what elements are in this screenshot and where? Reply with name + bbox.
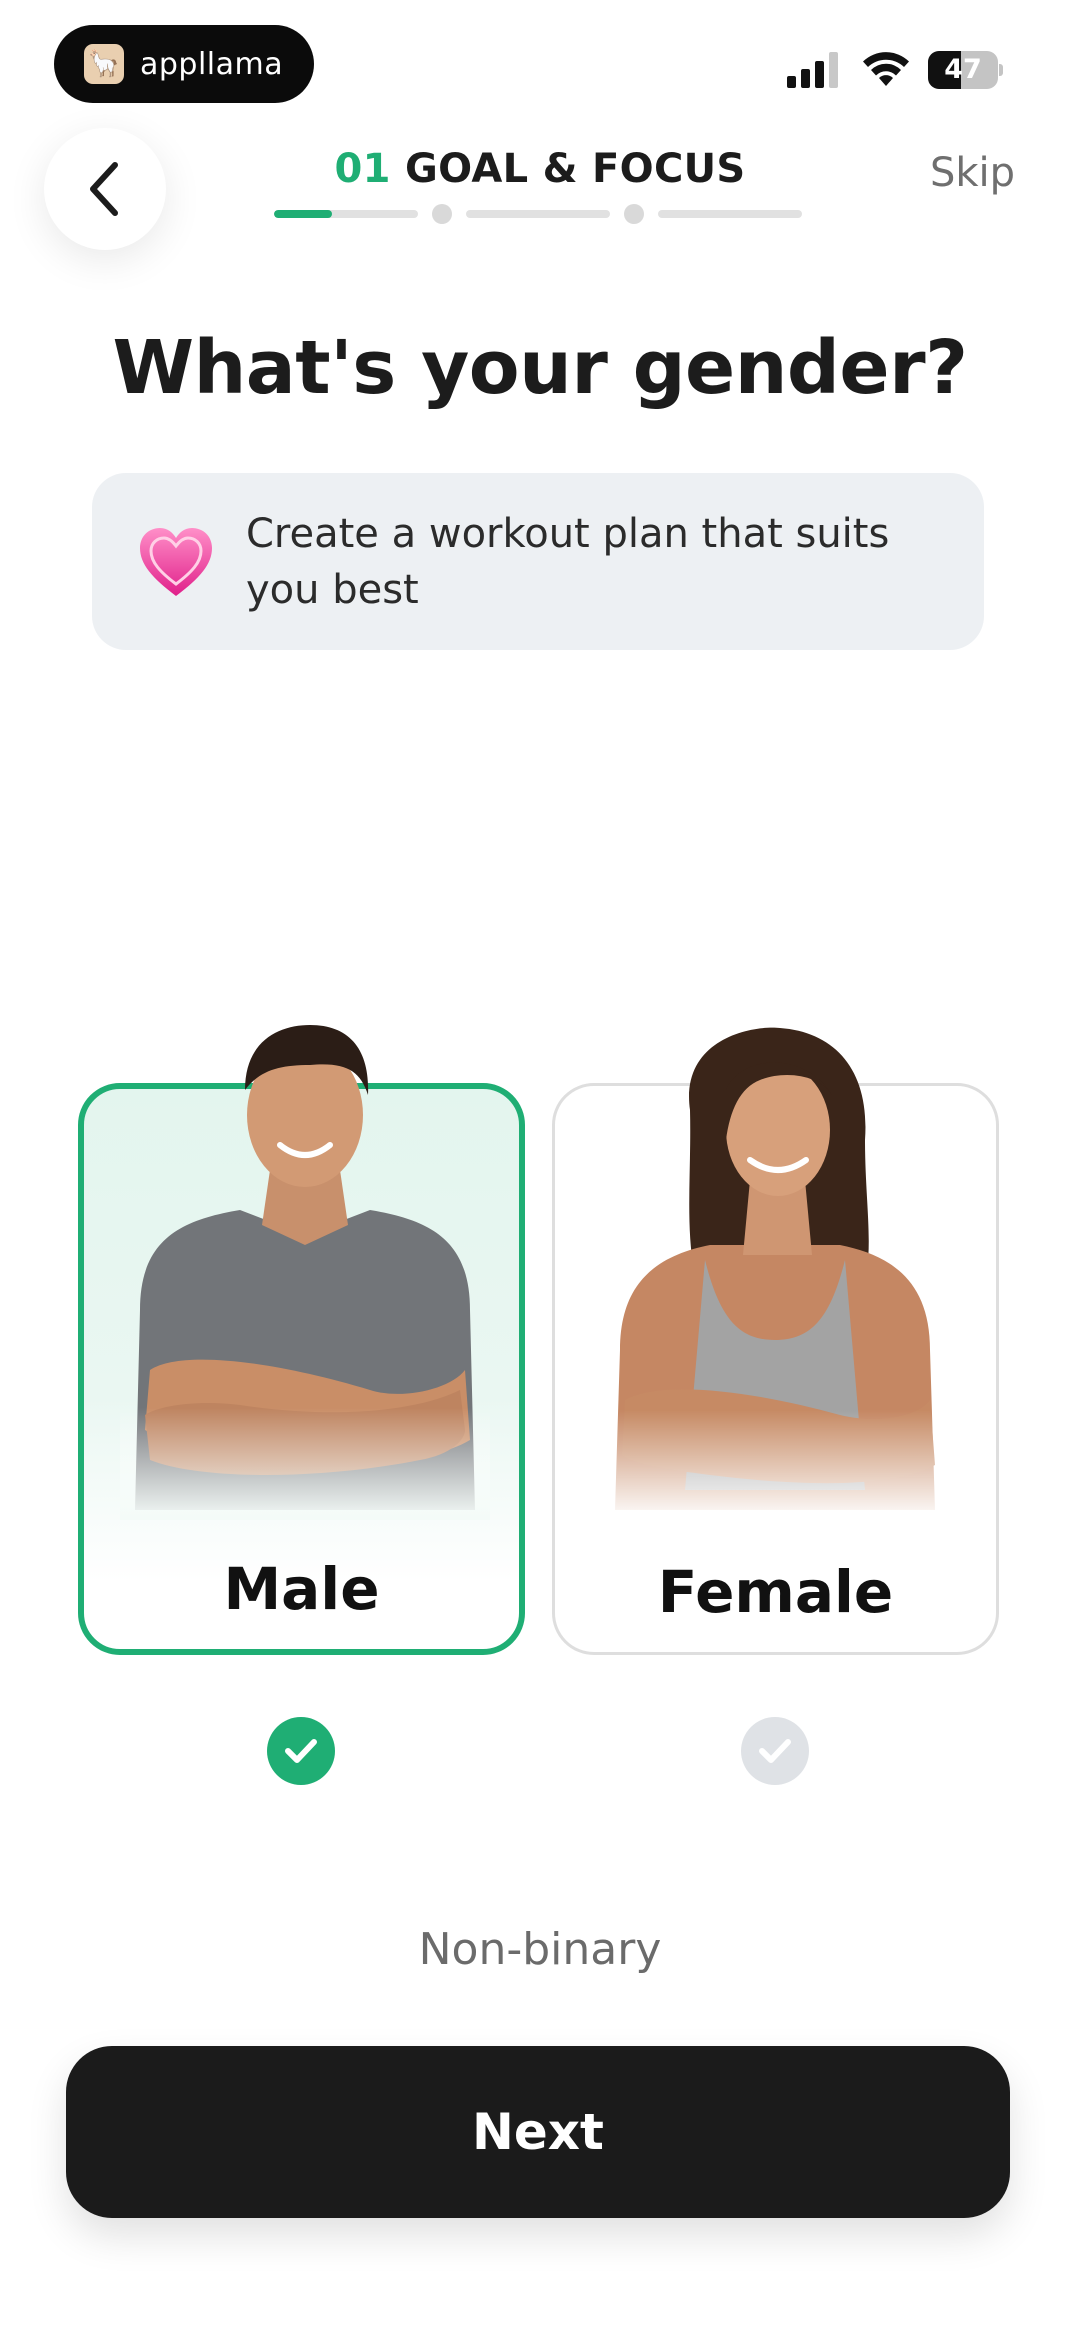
chevron-left-icon	[90, 162, 118, 216]
non-binary-option[interactable]: Non-binary	[0, 1924, 1080, 1975]
step-progress	[274, 204, 804, 224]
progress-segment-3	[658, 210, 802, 218]
progress-segment-2	[466, 210, 610, 218]
progress-dot-2	[624, 204, 644, 224]
wifi-icon	[863, 52, 909, 86]
info-card: Create a workout plan that suits you bes…	[92, 473, 984, 650]
step-name: GOAL & FOCUS	[404, 146, 746, 192]
cellular-signal-icon	[787, 52, 838, 88]
llama-logo-icon: 🦙	[84, 44, 124, 84]
male-selected-check-icon[interactable]	[267, 1717, 335, 1785]
male-model-image	[120, 1010, 490, 1520]
progress-segment-1	[274, 210, 418, 218]
battery-level: 47	[944, 54, 982, 85]
app-badge-label: appllama	[140, 46, 284, 82]
app-badge: 🦙 appllama	[54, 25, 314, 103]
skip-button[interactable]: Skip	[930, 150, 1015, 196]
page-title: What's your gender?	[112, 325, 968, 411]
female-unselected-check-icon[interactable]	[741, 1717, 809, 1785]
back-button[interactable]	[44, 128, 166, 250]
step-title: 01 GOAL & FOCUS	[330, 146, 750, 192]
option-label: Male	[223, 1555, 380, 1623]
info-text: Create a workout plan that suits you bes…	[246, 510, 890, 613]
female-model-image	[600, 1020, 950, 1520]
battery-indicator: 47	[928, 51, 1004, 89]
option-label: Female	[657, 1558, 894, 1626]
progress-dot-1	[432, 204, 452, 224]
heart-icon	[140, 527, 212, 596]
step-number: 01	[334, 146, 391, 192]
next-button[interactable]: Next	[66, 2046, 1010, 2218]
